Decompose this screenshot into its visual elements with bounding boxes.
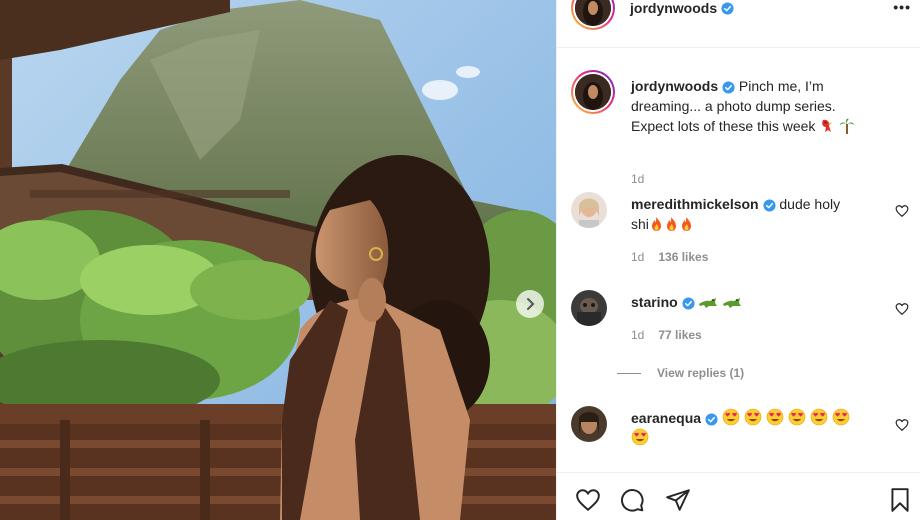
like-comment-heart-icon[interactable] xyxy=(895,204,909,218)
caption-line-1: Pinch me, I’m xyxy=(738,78,824,94)
crocodile-emoji-icon xyxy=(699,298,718,308)
comment-time[interactable]: 1d xyxy=(631,250,644,264)
avatar-image xyxy=(571,290,607,326)
comment-username[interactable]: starino xyxy=(631,294,678,310)
crocodile-emoji-icon xyxy=(723,298,742,308)
comment-username[interactable]: meredithmickelson xyxy=(631,196,759,212)
heart-eyes-emoji-icon xyxy=(810,408,828,426)
fire-emoji-icon xyxy=(651,217,661,231)
heart-eyes-emoji-icon xyxy=(744,408,762,426)
caption-line-3: Expect lots of these this week xyxy=(631,118,816,134)
comment-username[interactable]: earanequa xyxy=(631,410,701,426)
author-username[interactable]: jordynwoods xyxy=(630,0,734,16)
comment-item: meredithmickelson dude holy shi 1d 136 l… xyxy=(571,192,911,272)
caption-username[interactable]: jordynwoods xyxy=(631,78,718,94)
comment-meta: 1d 77 likes xyxy=(631,328,702,342)
post-header: jordynwoods ••• xyxy=(557,0,920,48)
verified-badge-icon xyxy=(721,1,734,15)
fire-emoji-icon xyxy=(681,217,691,231)
verified-badge-icon xyxy=(722,81,735,94)
comment-meta: 1d 136 likes xyxy=(631,250,708,264)
caption-entry: jordynwoods Pinch me, I’m dreaming... a … xyxy=(571,70,911,190)
caption-time[interactable]: 1d xyxy=(631,172,644,186)
bookmark-icon[interactable] xyxy=(887,487,913,513)
verified-badge-icon xyxy=(682,297,695,310)
commenter-avatar[interactable] xyxy=(571,406,607,442)
comments-list[interactable]: jordynwoods Pinch me, I’m dreaming... a … xyxy=(557,50,920,472)
comment-time[interactable]: 1d xyxy=(631,328,644,342)
author-avatar[interactable] xyxy=(571,0,615,30)
heart-eyes-emoji-icon xyxy=(631,428,649,446)
palm-tree-emoji-icon xyxy=(840,118,855,134)
avatar-image xyxy=(575,74,611,110)
commenter-avatar[interactable] xyxy=(571,192,607,228)
heart-eyes-emoji-icon xyxy=(722,408,740,426)
commenter-avatar[interactable] xyxy=(571,290,607,326)
verified-badge-icon xyxy=(705,413,718,426)
heart-eyes-emoji-icon xyxy=(832,408,850,426)
heart-eyes-emoji-icon xyxy=(788,408,806,426)
view-replies-button[interactable]: View replies (1) xyxy=(617,366,744,380)
caption-meta: 1d xyxy=(631,172,644,186)
photo-scene xyxy=(0,0,556,520)
view-replies-label[interactable]: View replies (1) xyxy=(657,366,744,380)
share-icon[interactable] xyxy=(665,487,691,513)
comment-body-line-1: dude holy xyxy=(779,196,841,212)
more-options-button[interactable]: ••• xyxy=(893,0,911,14)
author-username-text[interactable]: jordynwoods xyxy=(630,0,717,16)
comment-text: starino xyxy=(631,292,871,312)
post-actions-bar xyxy=(557,472,920,520)
comment-item: starino 1d 77 likes xyxy=(571,290,911,360)
avatar-image xyxy=(571,192,607,228)
avatar-image xyxy=(575,0,611,26)
caption-text: jordynwoods Pinch me, I’m dreaming... a … xyxy=(631,76,901,136)
chevron-right-icon xyxy=(527,298,535,310)
comment-body-line-2: shi xyxy=(631,216,649,232)
parrot-emoji-icon xyxy=(822,119,833,132)
fire-emoji-icon xyxy=(666,217,676,231)
comment-text: earanequa xyxy=(631,408,871,448)
verified-badge-icon xyxy=(762,199,776,212)
caption-line-2: dreaming... a photo dump series. xyxy=(631,98,836,114)
comment-item: earanequa xyxy=(571,406,911,466)
caption-avatar[interactable] xyxy=(571,70,615,114)
comment-icon[interactable] xyxy=(619,487,645,513)
heart-icon[interactable] xyxy=(575,487,601,513)
comment-likes[interactable]: 77 likes xyxy=(658,328,701,342)
heart-eyes-emoji-icon xyxy=(766,408,784,426)
avatar-image xyxy=(571,406,607,442)
replies-divider-line xyxy=(617,372,641,374)
comment-likes[interactable]: 136 likes xyxy=(658,250,708,264)
post-photo[interactable] xyxy=(0,0,556,520)
next-photo-button[interactable] xyxy=(516,290,544,318)
like-comment-heart-icon[interactable] xyxy=(895,302,909,316)
like-comment-heart-icon[interactable] xyxy=(895,418,909,432)
comment-text: meredithmickelson dude holy shi xyxy=(631,194,871,234)
post-panel: jordynwoods ••• jordynwoods Pinch me, I’… xyxy=(556,0,920,520)
